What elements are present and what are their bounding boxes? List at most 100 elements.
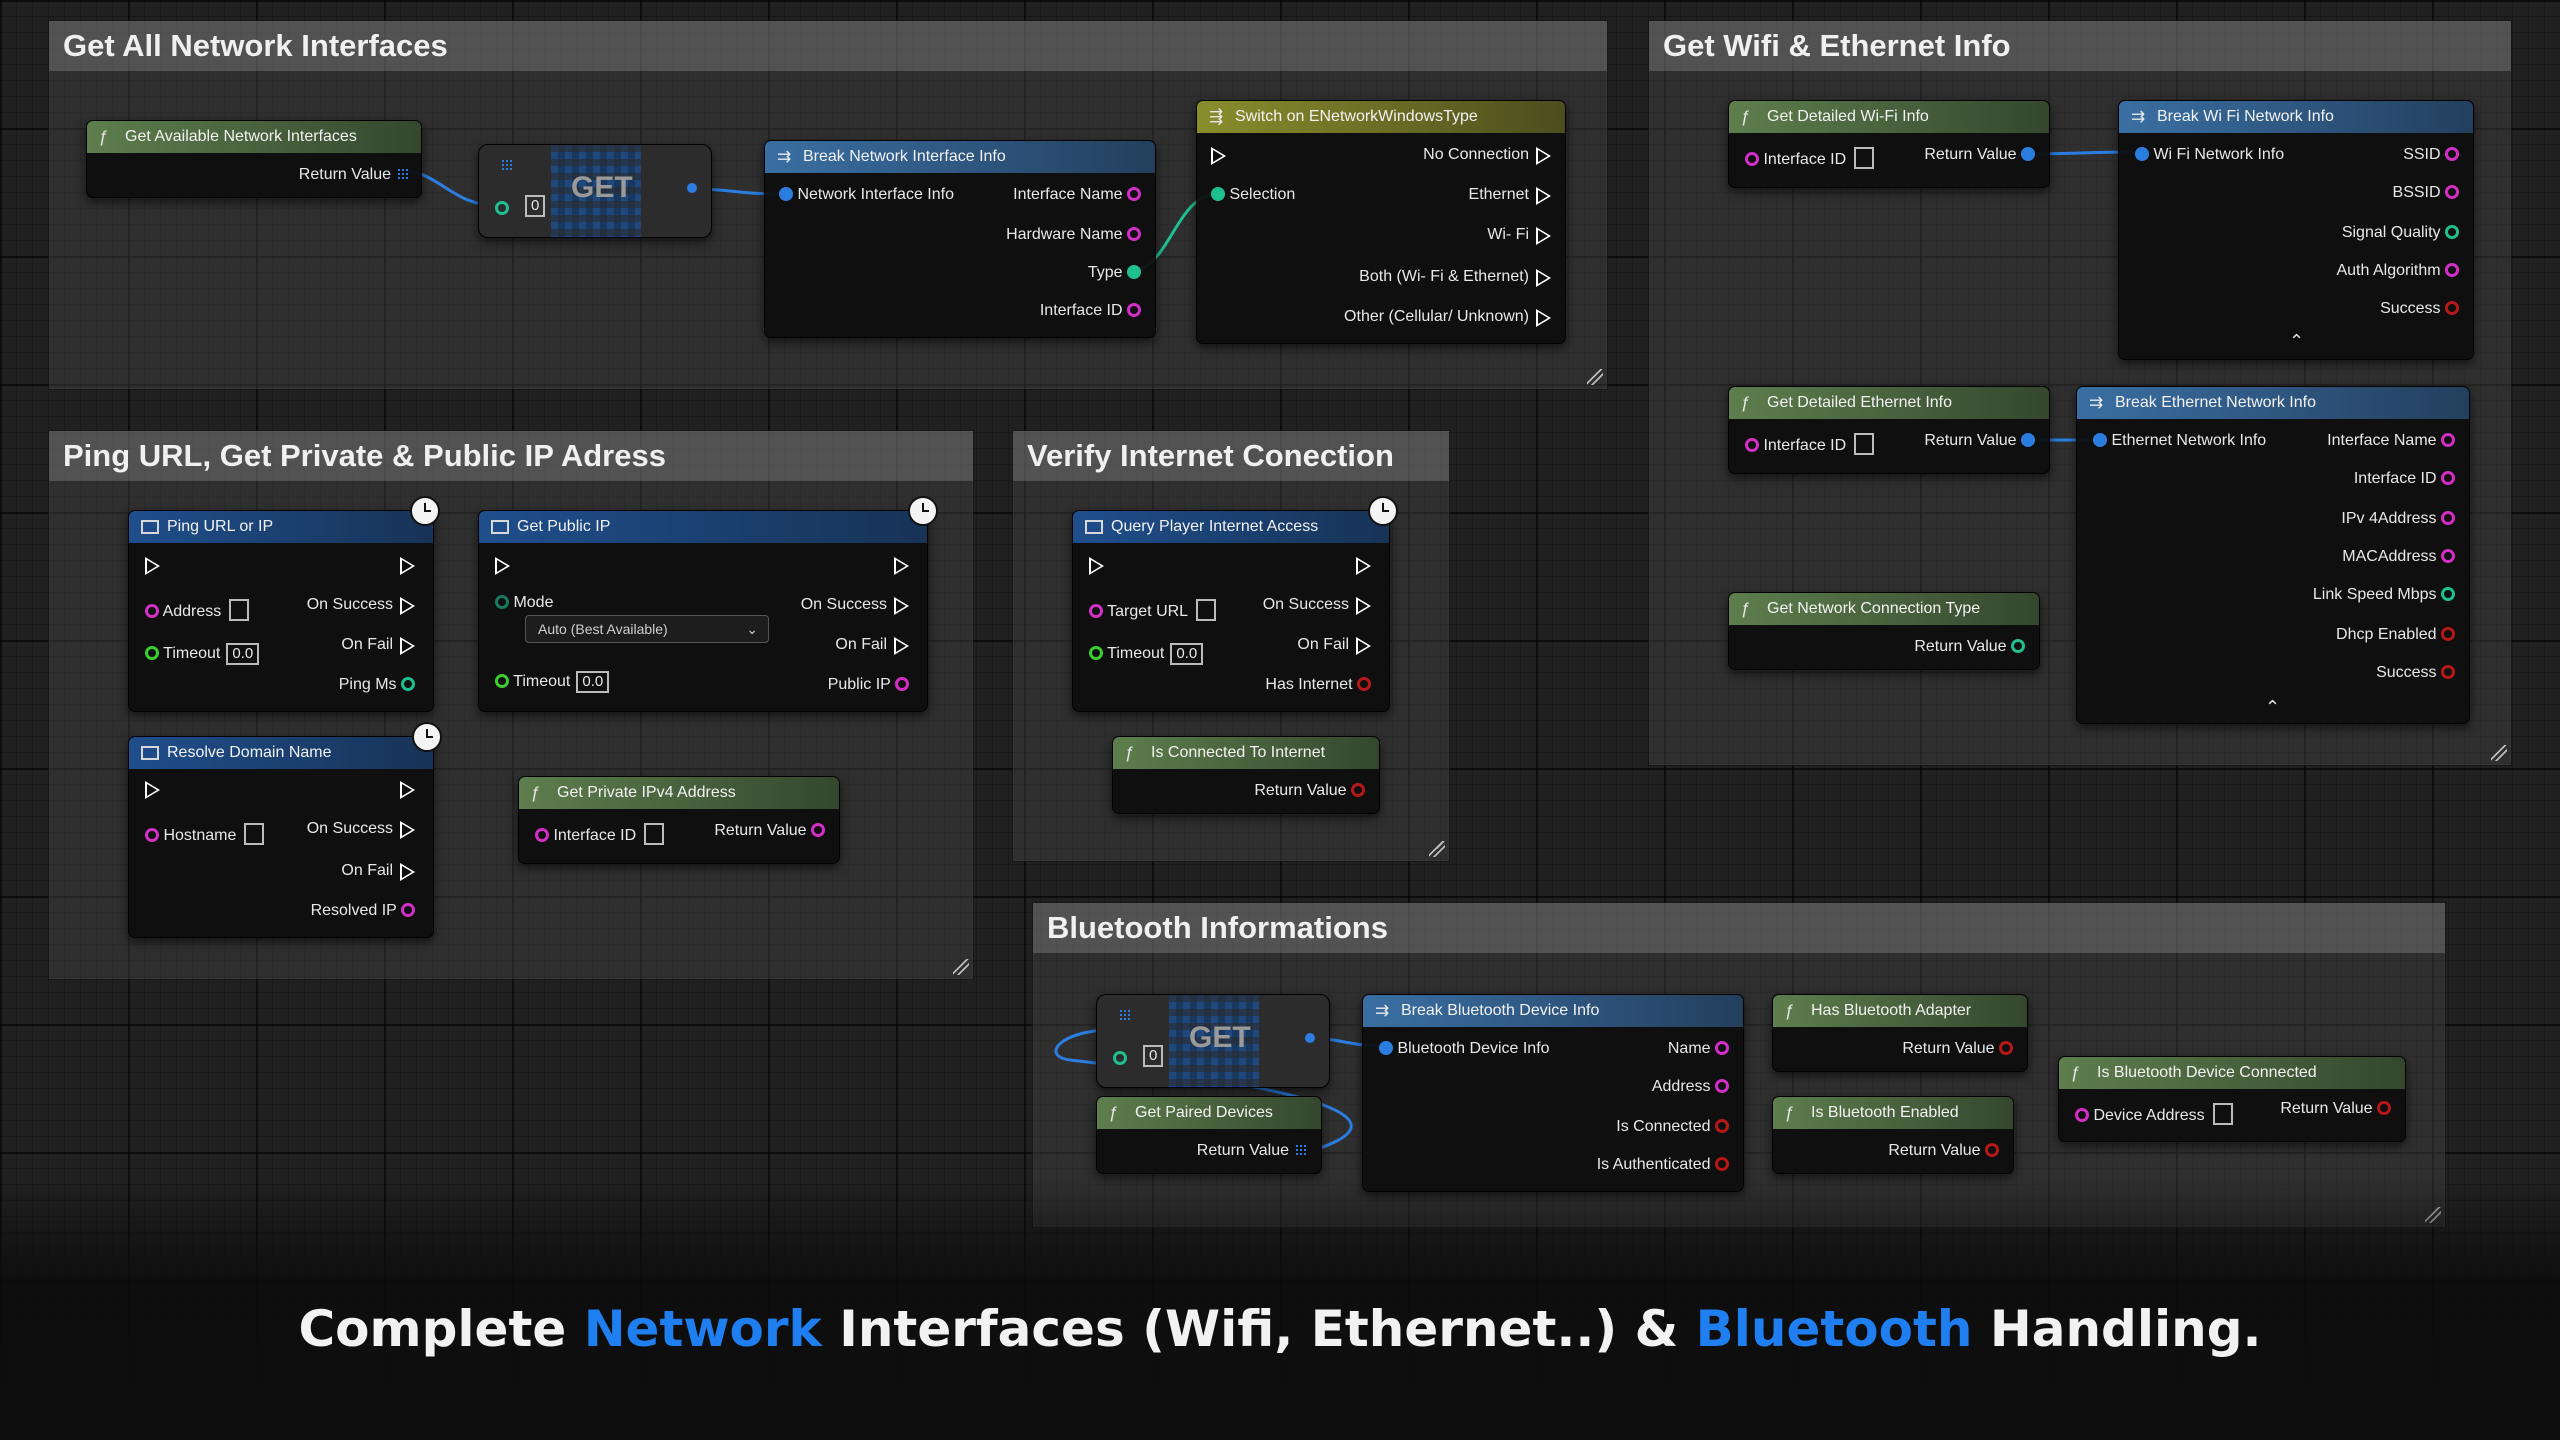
bool-pin-icon[interactable] bbox=[2377, 1101, 2391, 1115]
interface-id-input[interactable] bbox=[1854, 433, 1875, 455]
node-header[interactable]: ƒ Is Bluetooth Device Connected bbox=[2059, 1057, 2405, 1089]
pin-interface-id[interactable]: Interface ID bbox=[1745, 433, 1875, 456]
pin-wifi-network-info[interactable]: Wi Fi Network Info bbox=[2135, 145, 2284, 165]
comment-title[interactable]: Get Wifi & Ethernet Info bbox=[1649, 21, 2511, 71]
bool-pin-icon[interactable] bbox=[1985, 1143, 1999, 1157]
pin-hardware-name[interactable]: Hardware Name bbox=[1006, 225, 1141, 245]
exec-in-pin[interactable] bbox=[1089, 557, 1104, 575]
node-header[interactable]: ƒ Get Network Connection Type bbox=[1729, 593, 2039, 625]
index-value[interactable]: 0 bbox=[525, 195, 546, 217]
collapse-caret-icon[interactable]: ⌃ bbox=[2265, 697, 2280, 718]
pin-return-value[interactable]: Return Value bbox=[2280, 1099, 2391, 1119]
string-pin-icon[interactable] bbox=[1127, 303, 1141, 317]
pin-return-value[interactable]: Return Value bbox=[714, 821, 825, 841]
node-get-available-interfaces[interactable]: ƒ Get Available Network Interfaces Return… bbox=[86, 120, 422, 198]
pin-bssid[interactable]: BSSID bbox=[2393, 183, 2459, 203]
array-pin-icon[interactable] bbox=[1119, 1009, 1131, 1021]
pin-on-fail[interactable]: On Fail bbox=[835, 635, 887, 655]
output-pin[interactable] bbox=[1305, 1033, 1315, 1043]
node-header[interactable]: ⇉ Break Ethernet Network Info bbox=[2077, 387, 2469, 419]
node-header[interactable]: Get Public IP bbox=[479, 511, 927, 543]
pin-dhcp-enabled[interactable]: Dhcp Enabled bbox=[2336, 625, 2455, 645]
comment-title[interactable]: Verify Internet Conection bbox=[1013, 431, 1449, 481]
pin-ping-ms[interactable]: Ping Ms bbox=[339, 675, 415, 695]
exec-out-pin[interactable] bbox=[400, 557, 415, 575]
pin-return-value[interactable]: Return Value bbox=[1914, 637, 2025, 657]
pin-ethernet[interactable]: Ethernet bbox=[1469, 185, 1529, 205]
bool-pin-icon[interactable] bbox=[1715, 1119, 1729, 1133]
enum-pin-icon[interactable] bbox=[2011, 639, 2025, 653]
exec-out-pin[interactable] bbox=[400, 821, 415, 839]
node-get-private-ipv4[interactable]: ƒ Get Private IPv4 Address Interface ID R… bbox=[518, 776, 840, 864]
string-pin-icon[interactable] bbox=[1715, 1079, 1729, 1093]
exec-out-pin[interactable] bbox=[400, 597, 415, 615]
pin-wifi[interactable]: Wi- Fi bbox=[1487, 225, 1529, 245]
pin-ssid[interactable]: SSID bbox=[2403, 145, 2459, 165]
string-pin-icon[interactable] bbox=[2075, 1108, 2089, 1122]
address-input[interactable] bbox=[229, 599, 250, 621]
exec-out-pin[interactable] bbox=[894, 557, 909, 575]
pin-resolved-ip[interactable]: Resolved IP bbox=[311, 901, 415, 921]
exec-out-pin[interactable] bbox=[400, 637, 415, 655]
node-header[interactable]: Resolve Domain Name bbox=[129, 737, 433, 769]
pin-on-fail[interactable]: On Fail bbox=[341, 635, 393, 655]
node-header[interactable]: ƒ Is Connected To Internet bbox=[1113, 737, 1379, 769]
pin-other[interactable]: Other (Cellular/ Unknown) bbox=[1344, 307, 1529, 327]
pin-on-fail[interactable]: On Fail bbox=[341, 861, 393, 881]
enum-pin-icon[interactable] bbox=[495, 595, 509, 609]
exec-out-pin[interactable] bbox=[894, 637, 909, 655]
string-pin-icon[interactable] bbox=[1745, 438, 1759, 452]
string-pin-icon[interactable] bbox=[1127, 227, 1141, 241]
bool-pin-icon[interactable] bbox=[1351, 783, 1365, 797]
node-get-connection-type[interactable]: ƒ Get Network Connection Type Return Valu… bbox=[1728, 592, 2040, 670]
pin-network-interface-info[interactable]: Network Interface Info bbox=[779, 185, 954, 205]
interface-id-input[interactable] bbox=[1854, 147, 1875, 169]
enum-pin-icon[interactable] bbox=[1211, 187, 1225, 201]
node-header[interactable]: ƒ Get Detailed Wi-Fi Info bbox=[1729, 101, 2049, 133]
pin-link-speed[interactable]: Link Speed Mbps bbox=[2313, 585, 2455, 605]
pin-interface-id[interactable]: Interface ID bbox=[1745, 147, 1875, 170]
node-header[interactable]: ⇉ Break Network Interface Info bbox=[765, 141, 1155, 173]
node-header[interactable]: ƒ Get Paired Devices bbox=[1097, 1097, 1321, 1129]
struct-pin-icon[interactable] bbox=[1379, 1041, 1393, 1055]
string-pin-icon[interactable] bbox=[1089, 604, 1103, 618]
comment-title[interactable]: Ping URL, Get Private & Public IP Adress bbox=[49, 431, 973, 481]
exec-out-pin[interactable] bbox=[400, 863, 415, 881]
struct-pin-icon[interactable] bbox=[779, 187, 793, 201]
int-pin-icon[interactable] bbox=[401, 677, 415, 691]
exec-out-pin[interactable] bbox=[1356, 637, 1371, 655]
bool-pin-icon[interactable] bbox=[1715, 1157, 1729, 1171]
index-value[interactable]: 0 bbox=[1143, 1045, 1164, 1067]
node-header[interactable]: ƒ Is Bluetooth Enabled bbox=[1773, 1097, 2013, 1129]
pin-no-connection[interactable]: No Connection bbox=[1423, 145, 1529, 165]
array-pin-icon[interactable] bbox=[1295, 1144, 1307, 1156]
pin-timeout[interactable]: Timeout 0.0 bbox=[1089, 643, 1204, 665]
node-get-public-ip[interactable]: Get Public IP Mode Auto (Best Available)… bbox=[478, 510, 928, 712]
hostname-input[interactable] bbox=[244, 823, 265, 845]
target-url-input[interactable] bbox=[1196, 599, 1217, 621]
string-pin-icon[interactable] bbox=[1745, 152, 1759, 166]
pin-return-value[interactable]: Return Value bbox=[1197, 1141, 1307, 1161]
pin-target-url[interactable]: Target URL bbox=[1089, 599, 1217, 622]
node-resolve-domain[interactable]: Resolve Domain Name Hostname On Success … bbox=[128, 736, 434, 938]
pin-on-success[interactable]: On Success bbox=[801, 595, 887, 615]
pin-timeout[interactable]: Timeout 0.0 bbox=[145, 643, 260, 665]
node-is-bluetooth-enabled[interactable]: ƒ Is Bluetooth Enabled Return Value bbox=[1772, 1096, 2014, 1174]
bool-pin-icon[interactable] bbox=[2441, 665, 2455, 679]
string-pin-icon[interactable] bbox=[1715, 1041, 1729, 1055]
node-break-ethernet-info[interactable]: ⇉ Break Ethernet Network Info Ethernet Ne… bbox=[2076, 386, 2470, 724]
node-header[interactable]: ƒ Get Private IPv4 Address bbox=[519, 777, 839, 809]
node-switch-network-type[interactable]: ⇶ Switch on ENetworkWindowsType Selection… bbox=[1196, 100, 1566, 344]
pin-mode[interactable]: Mode bbox=[495, 593, 553, 613]
pin-interface-name[interactable]: Interface Name bbox=[2327, 431, 2455, 451]
pin-public-ip[interactable]: Public IP bbox=[828, 675, 909, 695]
node-query-internet-access[interactable]: Query Player Internet Access Target URL … bbox=[1072, 510, 1390, 712]
int-pin-icon[interactable] bbox=[2445, 225, 2459, 239]
node-is-bluetooth-device-connected[interactable]: ƒ Is Bluetooth Device Connected Device Ad… bbox=[2058, 1056, 2406, 1142]
index-pin[interactable] bbox=[1113, 1051, 1127, 1065]
node-header[interactable]: ƒ Has Bluetooth Adapter bbox=[1773, 995, 2027, 1027]
pin-return-value[interactable]: Return Value bbox=[1924, 431, 2035, 451]
string-pin-icon[interactable] bbox=[535, 828, 549, 842]
pin-both[interactable]: Both (Wi- Fi & Ethernet) bbox=[1359, 267, 1529, 287]
collapse-caret-icon[interactable]: ⌃ bbox=[2289, 331, 2304, 352]
